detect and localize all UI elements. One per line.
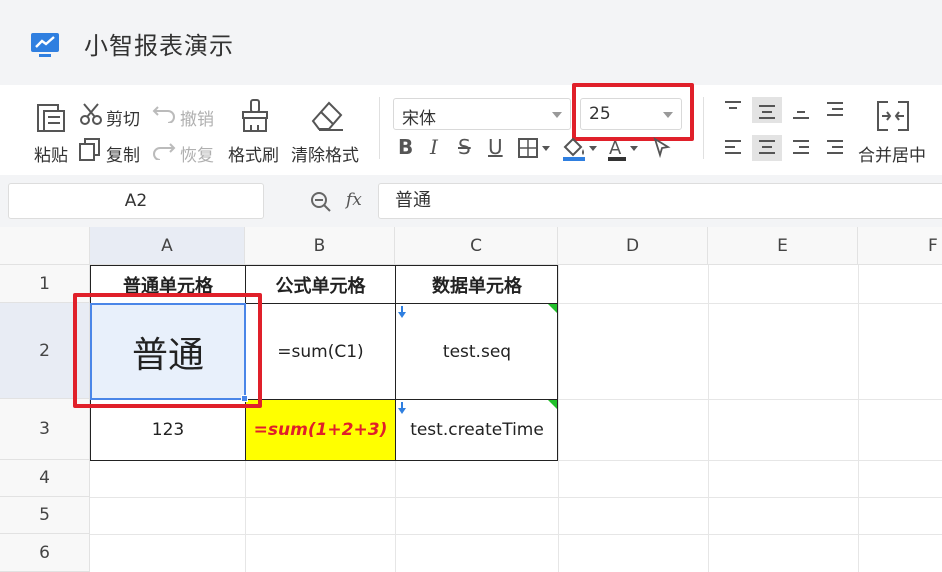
merge-center-button[interactable]: 合并居中 <box>858 141 926 166</box>
align-middle-button[interactable] <box>752 97 782 123</box>
table-border <box>90 460 558 461</box>
grid-line <box>708 265 709 572</box>
chevron-down-icon <box>663 112 673 118</box>
redo-button[interactable]: 恢复 <box>180 141 214 166</box>
spreadsheet-grid: A B C D E F 1 2 3 4 5 6 普通单元格 公式单元格 数据单元… <box>0 227 942 572</box>
border-icon[interactable] <box>518 138 554 158</box>
copy-button[interactable]: 复制 <box>106 141 140 166</box>
font-family-select[interactable]: 宋体 <box>393 98 571 130</box>
report-app: 小智报表演示 粘贴 剪切 撤销 复制 恢复 格式刷 清除格式 宋体 25 B I… <box>0 0 942 572</box>
column-header-c[interactable]: C <box>395 227 558 265</box>
title-bar: 小智报表演示 <box>0 0 942 85</box>
column-header-f[interactable]: F <box>858 227 942 265</box>
column-header-b[interactable]: B <box>245 227 395 265</box>
paste-button[interactable]: 粘贴 <box>34 141 68 166</box>
svg-text:A: A <box>609 138 622 159</box>
brush-icon[interactable] <box>240 99 270 133</box>
table-border <box>90 265 91 461</box>
cell-c2[interactable]: test.seq <box>396 304 558 399</box>
zoom-icon[interactable] <box>310 191 332 213</box>
grid-line <box>90 534 942 535</box>
row-header-6[interactable]: 6 <box>0 534 90 572</box>
table-border <box>90 399 558 400</box>
cell-reference-box[interactable]: A2 <box>8 183 264 219</box>
indent-increase-button[interactable] <box>820 135 850 161</box>
align-top-button[interactable] <box>718 97 748 123</box>
monitor-chart-icon <box>31 33 59 57</box>
cell-c1[interactable]: 数据单元格 <box>396 266 558 303</box>
cell-b3[interactable]: =sum(1+2+3) <box>246 400 395 460</box>
cell-a2[interactable]: 普通 <box>91 304 245 399</box>
grid-corner[interactable] <box>0 227 90 265</box>
table-border <box>557 265 558 461</box>
grid-line <box>90 497 942 498</box>
strikethrough-button[interactable]: S <box>458 135 471 159</box>
down-arrow-icon <box>398 306 406 318</box>
app-title: 小智报表演示 <box>84 32 234 60</box>
grid-line <box>558 265 559 572</box>
formula-bar: A2 fx 普通 <box>0 175 942 227</box>
toolbar-separator <box>703 97 704 159</box>
cell-c3[interactable]: test.createTime <box>396 400 558 460</box>
bold-button[interactable]: B <box>398 135 413 159</box>
down-arrow-icon <box>398 402 406 414</box>
underline-button[interactable]: U <box>488 135 503 159</box>
cell-b1[interactable]: 公式单元格 <box>246 266 395 303</box>
column-header-e[interactable]: E <box>708 227 858 265</box>
formula-input[interactable]: 普通 <box>378 183 942 219</box>
chevron-down-icon <box>552 112 562 118</box>
font-size-select[interactable]: 25 <box>580 98 682 130</box>
fill-color-icon[interactable] <box>561 137 599 161</box>
undo-icon[interactable] <box>152 103 176 123</box>
font-color-icon[interactable]: A <box>606 137 644 161</box>
align-right-button[interactable] <box>786 135 816 161</box>
table-border <box>90 303 558 304</box>
scissors-icon[interactable] <box>79 102 103 126</box>
table-border <box>245 265 246 461</box>
align-center-button[interactable] <box>752 135 782 161</box>
fill-handle[interactable] <box>241 395 248 402</box>
font-size-value: 25 <box>589 104 611 124</box>
cell-b2[interactable]: =sum(C1) <box>246 304 395 399</box>
table-border <box>90 265 558 266</box>
copy-icon[interactable] <box>79 138 101 162</box>
cut-button[interactable]: 剪切 <box>106 105 140 130</box>
column-header-d[interactable]: D <box>558 227 708 265</box>
row-header-5[interactable]: 5 <box>0 497 90 534</box>
table-border <box>395 265 396 461</box>
format-painter-button[interactable]: 格式刷 <box>228 141 279 166</box>
row-header-2[interactable]: 2 <box>0 303 90 399</box>
merge-cells-icon[interactable] <box>876 100 910 132</box>
clear-pointer-icon[interactable] <box>652 137 672 159</box>
cell-a1[interactable]: 普通单元格 <box>91 266 245 303</box>
indent-decrease-button[interactable] <box>820 97 850 123</box>
align-bottom-button[interactable] <box>786 97 816 123</box>
fx-label: fx <box>346 190 362 210</box>
eraser-icon[interactable] <box>309 99 345 133</box>
font-family-value: 宋体 <box>402 109 436 129</box>
column-header-a[interactable]: A <box>90 227 245 265</box>
data-marker-icon <box>548 304 557 313</box>
row-header-4[interactable]: 4 <box>0 460 90 497</box>
row-header-3[interactable]: 3 <box>0 399 90 460</box>
align-left-button[interactable] <box>718 135 748 161</box>
row-header-1[interactable]: 1 <box>0 265 90 303</box>
paste-icon[interactable] <box>36 101 66 133</box>
grid-line <box>858 265 859 572</box>
redo-icon[interactable] <box>152 140 176 160</box>
italic-button[interactable]: I <box>430 135 438 159</box>
undo-button[interactable]: 撤销 <box>180 105 214 130</box>
clear-format-button[interactable]: 清除格式 <box>291 141 359 166</box>
cell-a3[interactable]: 123 <box>91 400 245 460</box>
data-marker-icon <box>548 400 557 409</box>
toolbar: 粘贴 剪切 撤销 复制 恢复 格式刷 清除格式 宋体 25 B I S U A … <box>0 83 942 175</box>
toolbar-separator <box>379 97 380 159</box>
